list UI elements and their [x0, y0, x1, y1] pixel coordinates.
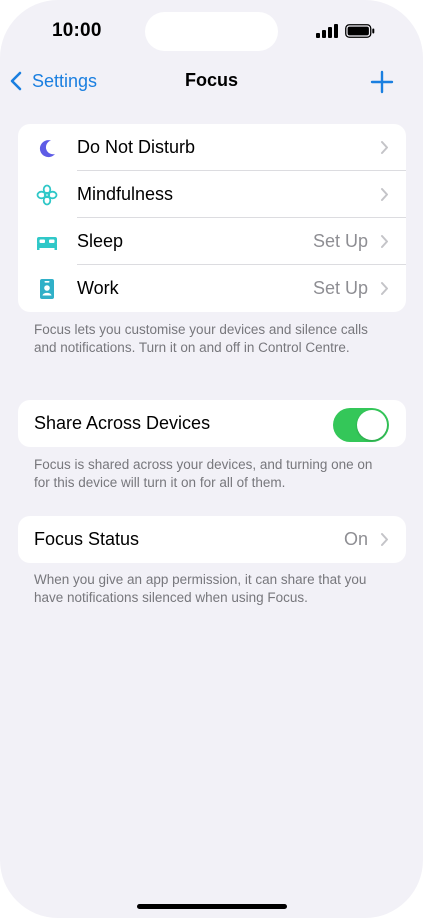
chevron-right-icon — [381, 188, 388, 201]
bed-icon — [37, 237, 57, 250]
focus-item-value: Set Up — [312, 278, 368, 298]
chevron-right-icon — [381, 235, 388, 248]
moon-icon — [39, 140, 55, 158]
id-badge-icon — [40, 279, 54, 299]
focus-status-group: Focus Status On — [18, 516, 406, 563]
home-indicator[interactable] — [137, 904, 287, 909]
focus-item-value: Set Up — [312, 231, 368, 251]
phone-screen: 10:00 Settings Focus Do Not Disturb Mind… — [0, 0, 423, 918]
chevron-right-icon — [381, 141, 388, 154]
share-across-devices-label: Share Across Devices — [34, 413, 211, 433]
focus-footnote: Focus lets you customise your devices an… — [34, 322, 368, 355]
focus-item-work[interactable]: Work Set Up — [18, 265, 406, 312]
share-across-devices-row: Share Across Devices — [18, 400, 406, 447]
focus-status-value: On — [343, 529, 368, 549]
page-title: Focus — [184, 70, 238, 90]
toggle-knob — [357, 410, 387, 440]
focus-item-label: Mindfulness — [77, 184, 174, 204]
focus-item-do-not-disturb[interactable]: Do Not Disturb — [18, 124, 406, 171]
status-time: 10:00 — [52, 20, 102, 41]
share-footnote: Focus is shared across your devices, and… — [34, 457, 373, 490]
focus-item-label: Work — [77, 278, 119, 298]
focus-item-mindfulness[interactable]: Mindfulness — [18, 171, 406, 218]
flower-icon — [36, 184, 58, 206]
chevron-right-icon — [381, 282, 388, 295]
focus-item-sleep[interactable]: Sleep Set Up — [18, 218, 406, 265]
chevron-right-icon — [381, 533, 388, 546]
status-footnote: When you give an app permission, it can … — [34, 572, 367, 605]
share-across-devices-group: Share Across Devices — [18, 400, 406, 447]
plus-icon[interactable] — [369, 69, 395, 95]
focus-status-label: Focus Status — [34, 529, 140, 549]
share-across-devices-toggle[interactable] — [333, 408, 389, 442]
battery-icon — [345, 24, 375, 38]
focus-item-label: Sleep — [77, 231, 124, 251]
focus-item-label: Do Not Disturb — [77, 137, 196, 157]
dynamic-island — [145, 12, 278, 51]
cellular-signal-icon — [316, 24, 338, 38]
focus-status-row[interactable]: Focus Status On — [18, 516, 406, 563]
focus-modes-list: Do Not Disturb Mindfulness Sleep Set Up … — [18, 124, 406, 312]
